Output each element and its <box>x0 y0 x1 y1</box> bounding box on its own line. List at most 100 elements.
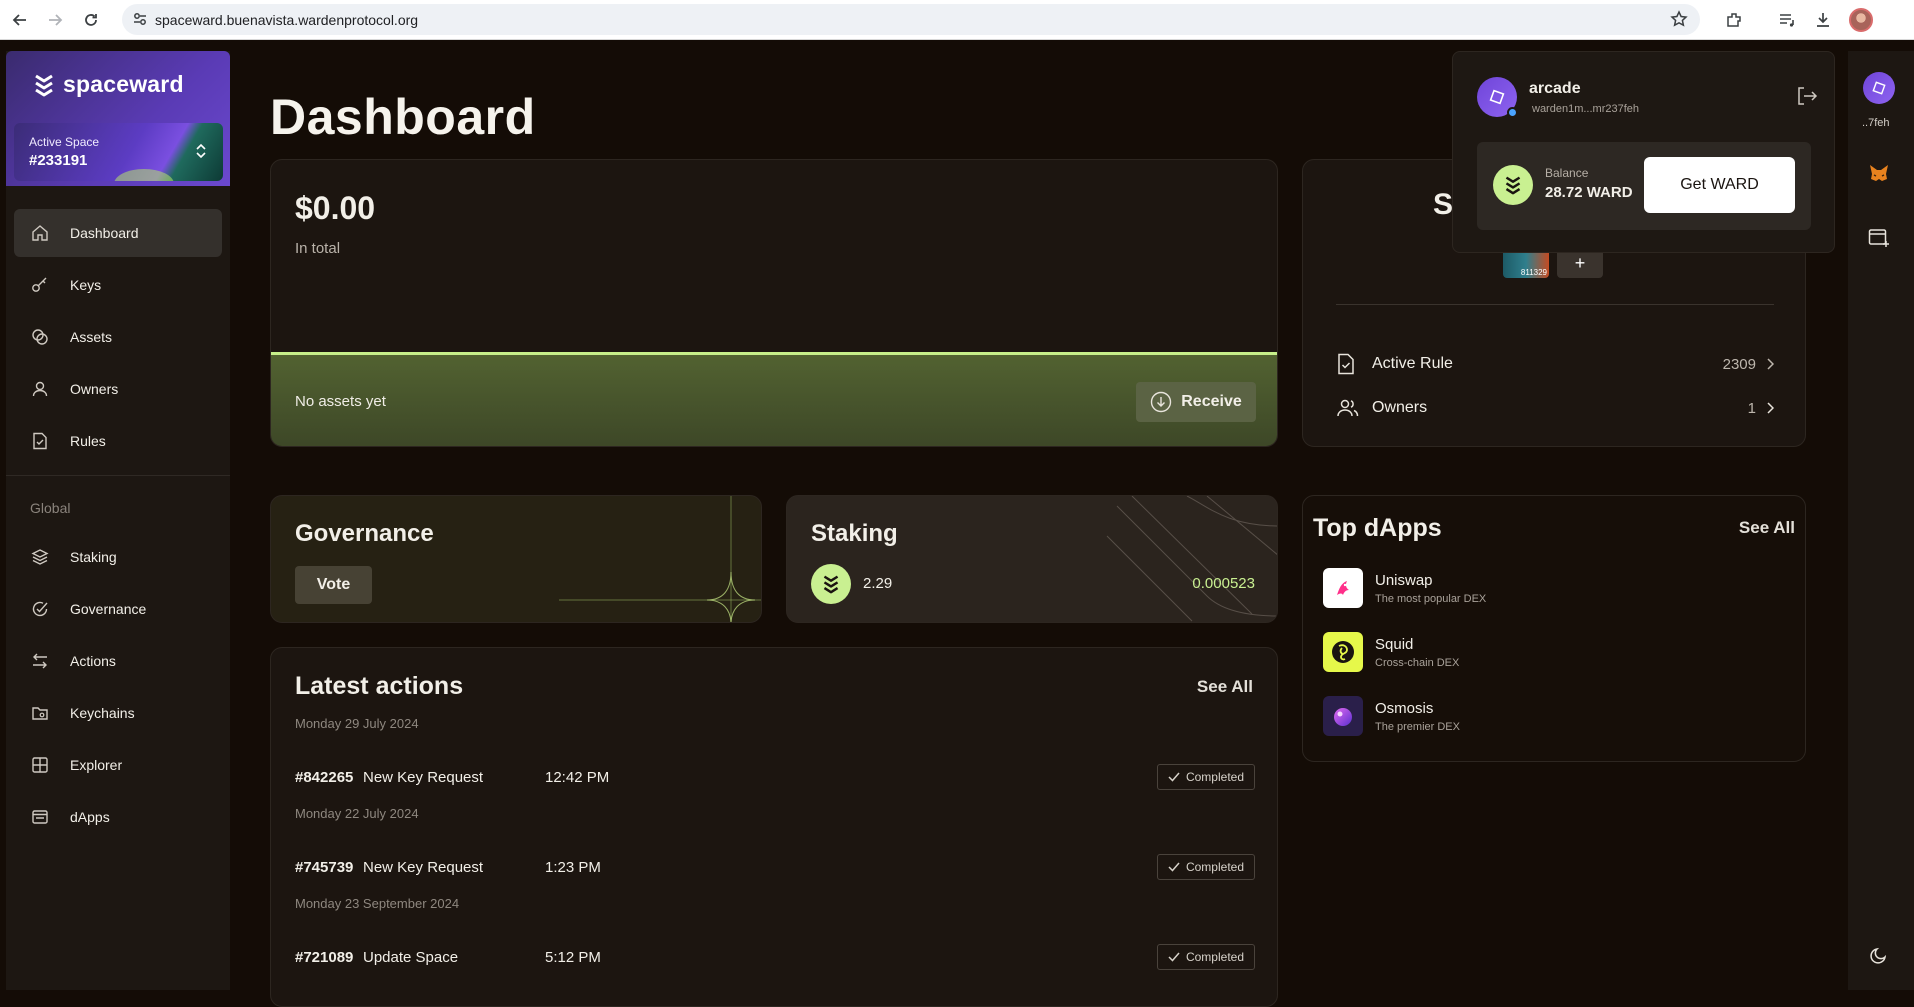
global-menu: Staking Governance Actions Keychains Exp… <box>14 533 222 845</box>
chevron-right-icon <box>1767 358 1774 370</box>
latest-actions-title: Latest actions <box>295 672 464 700</box>
browser-profile-avatar[interactable] <box>1849 8 1873 32</box>
wallet-avatar[interactable] <box>1863 72 1895 104</box>
check-icon <box>1168 952 1180 962</box>
action-id: #745739 <box>295 858 354 876</box>
active-rule-value: 2309 <box>1722 355 1756 373</box>
sidebar-item-dashboard[interactable]: Dashboard <box>14 209 222 257</box>
sidebar-item-label: Assets <box>70 329 113 345</box>
active-space-label: Active Space <box>29 135 100 149</box>
owners-row[interactable]: Owners 1 <box>1336 393 1774 423</box>
chevron-right-icon <box>1767 402 1774 414</box>
coins-icon <box>30 327 50 347</box>
chevron-up-down-icon <box>195 143 207 159</box>
status-badge: Completed <box>1156 854 1255 880</box>
account-popover: arcade warden1m...mr237feh Balance 28.72… <box>1452 51 1835 253</box>
sidebar-item-keys[interactable]: Keys <box>14 261 222 309</box>
action-id: #842265 <box>295 768 354 786</box>
latest-actions-see-all-link[interactable]: See All <box>1197 677 1253 697</box>
bookmark-star-icon[interactable] <box>1670 10 1688 28</box>
sidebar-item-owners[interactable]: Owners <box>14 365 222 413</box>
download-icon[interactable] <box>1811 8 1835 32</box>
status-badge: Completed <box>1156 764 1255 790</box>
balance-label: Balance <box>1545 166 1589 180</box>
ward-token-icon <box>1493 165 1533 205</box>
network-badge <box>1507 107 1518 118</box>
status-badge: Completed <box>1156 944 1255 970</box>
staking-title: Staking <box>811 520 898 547</box>
sidebar-item-label: Keychains <box>70 705 135 721</box>
osmosis-logo-icon <box>1323 696 1363 736</box>
metamask-fox-icon[interactable] <box>1868 163 1890 183</box>
status-text: Completed <box>1185 950 1244 964</box>
sidebar-item-label: Rules <box>70 433 106 449</box>
staked-amount: 2.29 <box>863 575 893 592</box>
theme-toggle-moon-icon[interactable] <box>1870 946 1888 964</box>
status-text: Completed <box>1185 770 1244 784</box>
total-caption: In total <box>295 240 341 257</box>
receive-label: Receive <box>1181 393 1242 410</box>
space-decoration <box>114 169 174 181</box>
media-controls-icon[interactable] <box>1775 8 1799 32</box>
extensions-icon[interactable] <box>1722 8 1746 32</box>
site-info-icon[interactable] <box>132 11 148 27</box>
brand-logo[interactable]: spaceward <box>33 71 184 98</box>
logout-icon[interactable] <box>1796 86 1818 106</box>
sidebar-item-label: dApps <box>70 809 110 825</box>
account-address[interactable]: warden1m...mr237feh <box>1532 103 1639 115</box>
sidebar-item-explorer[interactable]: Explorer <box>14 741 222 789</box>
action-id: #721089 <box>295 948 354 966</box>
action-name: New Key Request <box>363 768 484 786</box>
active-rule-label: Active Rule <box>1372 355 1453 372</box>
action-time: 5:12 PM <box>545 948 601 966</box>
home-icon <box>30 223 50 243</box>
assets-strip: No assets yet Receive <box>271 352 1277 446</box>
governance-card[interactable]: Governance Vote <box>270 495 762 623</box>
action-name: New Key Request <box>363 858 484 876</box>
sidebar-item-governance[interactable]: Governance <box>14 585 222 633</box>
url-text[interactable]: spaceward.buenavista.wardenprotocol.org <box>155 12 418 28</box>
receive-button[interactable]: Receive <box>1136 382 1256 422</box>
key-avatar-text: 811329 <box>1520 268 1547 277</box>
wallet-address-short: ..7feh <box>1862 117 1890 129</box>
staking-rewards: 0.000523 <box>1192 575 1255 592</box>
active-space-switcher[interactable]: Active Space #233191 <box>14 123 223 181</box>
reload-icon[interactable] <box>79 8 103 32</box>
action-row[interactable]: #721089 Update Space 5:12 PM Completed <box>295 942 1255 972</box>
dapp-item-squid[interactable]: Squid Cross-chain DEX <box>1323 631 1773 673</box>
get-ward-button[interactable]: Get WARD <box>1644 157 1795 213</box>
sidebar-item-keychains[interactable]: Keychains <box>14 689 222 737</box>
squid-logo-icon <box>1323 632 1363 672</box>
forward-icon[interactable] <box>43 8 67 32</box>
dapp-description: The most popular DEX <box>1375 592 1487 605</box>
address-bar[interactable]: spaceward.buenavista.wardenprotocol.org <box>122 4 1700 35</box>
action-name: Update Space <box>363 948 459 966</box>
vote-button[interactable]: Vote <box>295 566 372 604</box>
no-assets-text: No assets yet <box>295 393 386 410</box>
back-icon[interactable] <box>8 8 32 32</box>
spaceward-logo-icon <box>35 74 53 96</box>
staking-card[interactable]: Staking 2.29 0.000523 <box>786 495 1278 623</box>
sidebar-item-staking[interactable]: Staking <box>14 533 222 581</box>
sidebar-item-label: Explorer <box>70 757 123 773</box>
sidebar-item-dapps[interactable]: dApps <box>14 793 222 841</box>
dapp-item-uniswap[interactable]: Uniswap The most popular DEX <box>1323 567 1773 609</box>
dapp-item-osmosis[interactable]: Osmosis The premier DEX <box>1323 695 1773 737</box>
layers-icon <box>30 547 50 567</box>
arrows-icon <box>30 651 50 671</box>
ward-token-icon <box>811 564 851 604</box>
total-amount: $0.00 <box>295 190 376 226</box>
sidebar-item-assets[interactable]: Assets <box>14 313 222 361</box>
top-dapps-see-all-link[interactable]: See All <box>1739 518 1795 538</box>
balance-panel: Balance 28.72 WARD Get WARD <box>1477 142 1811 230</box>
governance-title: Governance <box>295 520 434 547</box>
dapp-name: Uniswap <box>1375 571 1433 589</box>
sidebar-item-actions[interactable]: Actions <box>14 637 222 685</box>
key-icon <box>30 275 50 295</box>
account-avatar <box>1477 77 1518 118</box>
action-row[interactable]: #745739 New Key Request 1:23 PM Complete… <box>295 852 1255 882</box>
sidebar-item-rules[interactable]: Rules <box>14 417 222 465</box>
action-row[interactable]: #842265 New Key Request 12:42 PM Complet… <box>295 762 1255 792</box>
active-rule-row[interactable]: Active Rule 2309 <box>1336 349 1774 379</box>
add-dapp-icon[interactable] <box>1868 228 1890 248</box>
